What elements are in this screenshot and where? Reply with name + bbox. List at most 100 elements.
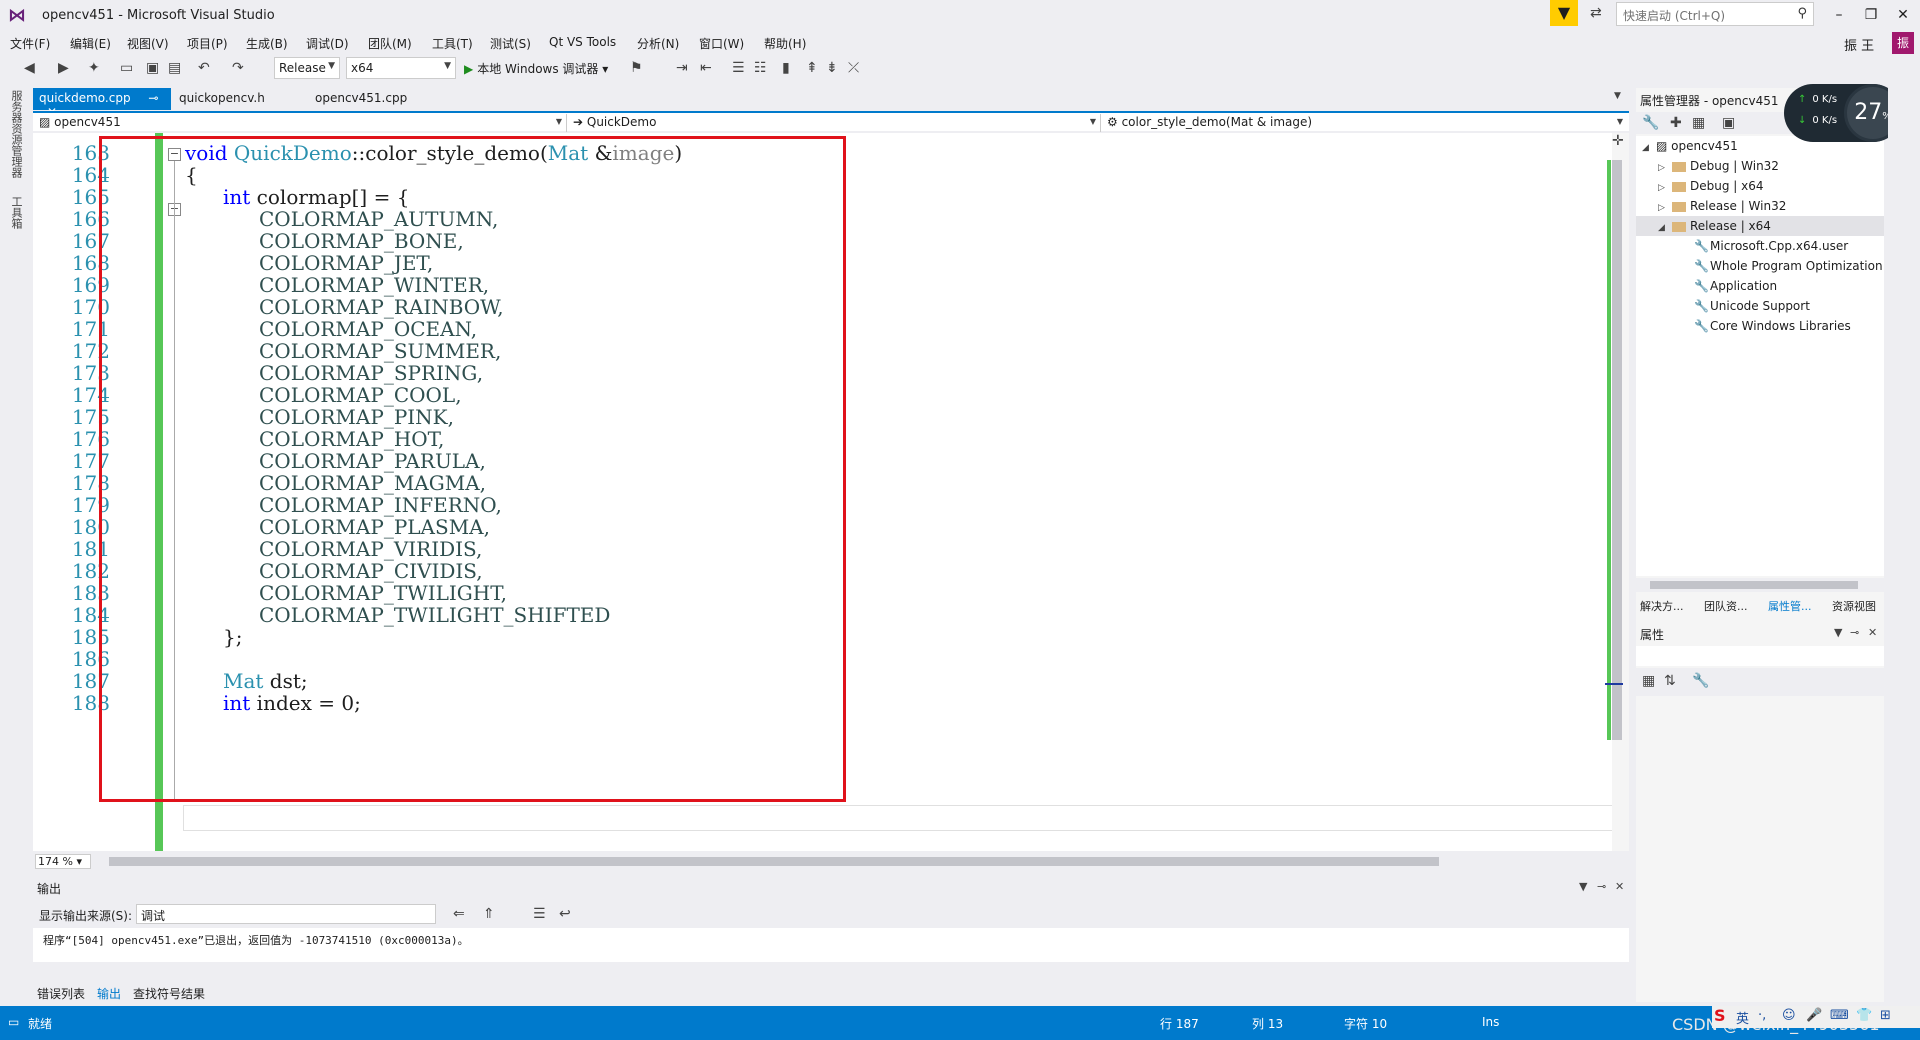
navigate-forward-icon[interactable]: ▶ [58,60,69,76]
categorized-icon[interactable]: ▦ [1642,673,1655,689]
zoom-level-select[interactable]: 174 % ▾ [35,854,91,869]
restore-button[interactable]: ❐ [1856,4,1886,26]
server-explorer-tab[interactable]: 服务器资源管理器 [8,90,24,178]
tab-opencv451-cpp[interactable]: opencv451.cpp [309,88,439,110]
bookmark-next-icon[interactable]: ⇟ [826,60,838,76]
open-file-icon[interactable]: ▭ [120,60,133,76]
step-over-icon[interactable]: ⇤ [700,60,712,76]
emoji-icon[interactable]: ☺ [1782,1008,1796,1023]
split-window-icon[interactable]: ✛ [1612,133,1624,149]
property-pages-icon[interactable]: 🔧 [1692,673,1709,689]
tab-output[interactable]: 输出 [97,985,121,1002]
word-wrap-icon[interactable]: ↩ [559,906,571,922]
menu-analyze[interactable]: 分析(N) [637,35,679,52]
step-icon[interactable]: ⇥ [676,60,688,76]
attach-icon[interactable]: ⚑ [630,60,643,76]
tree-item-config[interactable]: ▷ Debug | x64 [1658,176,1764,196]
tree-item-property-sheet[interactable]: 🔧Microsoft.Cpp.x64.user [1694,236,1848,256]
skin-icon[interactable]: 👕 [1856,1008,1872,1023]
find-message-icon[interactable]: ⇐ [453,906,465,922]
chevron-down-icon[interactable]: ▼ [1579,880,1587,893]
tree-item-property-sheet[interactable]: 🔧Core Windows Libraries [1694,316,1851,336]
tab-quickopencv-h[interactable]: quickopencv.h [173,88,303,110]
project-scope-select[interactable]: ▨ opencv451 ▼ [35,114,567,132]
bookmark-clear-icon[interactable]: ⤫ [848,60,859,76]
save-icon[interactable]: ▣ [1722,115,1735,131]
punctuation-icon[interactable]: ·, [1758,1008,1766,1023]
alphabetical-icon[interactable]: ⇅ [1664,673,1676,689]
save-all-icon[interactable]: ▤ [168,60,181,76]
sogou-ime-icon[interactable]: S [1714,1006,1726,1025]
redo-icon[interactable]: ↷ [232,60,244,76]
undo-icon[interactable]: ↶ [198,60,210,76]
new-project-icon[interactable]: ✦ [88,60,100,76]
keyboard-icon[interactable]: ⌨ [1830,1008,1849,1023]
tab-solution-explorer[interactable]: 解决方... [1640,598,1684,614]
tree-item-config[interactable]: ▷ Release | Win32 [1658,196,1786,216]
tree-item-config-selected[interactable]: ◢ Release | x64 [1636,216,1884,236]
tab-list-dropdown-icon[interactable]: ▼ [1614,91,1621,101]
close-icon[interactable]: ✕ [1868,626,1877,639]
menu-team[interactable]: 团队(M) [368,35,412,52]
menu-tools[interactable]: 工具(T) [432,35,473,52]
solution-config-select[interactable]: Release ▼ [274,57,340,79]
solution-platform-select[interactable]: x64 ▼ [346,57,456,79]
minimize-button[interactable]: – [1824,4,1854,26]
user-name[interactable]: 振 王 [1844,35,1874,54]
save-icon[interactable]: ▣ [146,60,159,76]
member-scope-select[interactable]: ⚙ color_style_demo(Mat & image) ▼ [1103,114,1627,132]
tab-find-symbol-results[interactable]: 查找符号结果 [133,985,205,1002]
tab-team-explorer[interactable]: 团队资... [1704,598,1748,614]
navigate-back-icon[interactable]: ◀ [24,60,35,76]
new-sheet-icon[interactable]: ▦ [1692,115,1705,131]
pin-icon[interactable]: ⊸ [148,91,158,105]
bookmark-prev-icon[interactable]: ⇞ [806,60,818,76]
properties-object-select[interactable] [1636,646,1884,666]
ime-language[interactable]: 英 [1736,1008,1749,1027]
menu-help[interactable]: 帮助(H) [764,35,806,52]
menu-debug[interactable]: 调试(D) [306,35,349,52]
chevron-down-icon[interactable]: ▼ [1834,626,1842,639]
indent-icon[interactable]: ☰ [732,60,745,76]
menu-qt-vs-tools[interactable]: Qt VS Tools [549,35,616,49]
menu-edit[interactable]: 编辑(E) [70,35,111,52]
outdent-icon[interactable]: ☷ [754,60,767,76]
tree-item-property-sheet[interactable]: 🔧Application [1694,276,1777,296]
tab-quickdemo-cpp[interactable]: quickdemo.cpp ⊸ ✕ [33,88,171,119]
property-tree-hscroll[interactable] [1636,578,1884,592]
avatar[interactable]: 振 [1892,32,1914,54]
pin-icon[interactable]: ⊸ [1597,880,1606,893]
menu-grid-icon[interactable]: ⊞ [1880,1008,1891,1023]
tab-property-manager[interactable]: 属性管... [1768,598,1812,614]
close-icon[interactable]: ✕ [1615,880,1624,893]
pin-icon[interactable]: ⊸ [1850,626,1859,639]
wrench-icon[interactable]: 🔧 [1642,115,1659,131]
tab-resource-view[interactable]: 资源视图 [1832,598,1876,614]
tree-item-property-sheet[interactable]: 🔧Whole Program Optimization [1694,256,1883,276]
vertical-scrollbar-thumb[interactable] [1612,160,1622,740]
tree-item-config[interactable]: ▷ Debug | Win32 [1658,156,1779,176]
close-button[interactable]: ✕ [1888,4,1918,26]
menu-build[interactable]: 生成(B) [246,35,288,52]
prev-message-icon[interactable]: ⇑ [483,906,495,922]
scrollbar-thumb[interactable] [1650,581,1858,589]
toolbox-tab[interactable]: 工具箱 [8,196,24,229]
menu-test[interactable]: 测试(S) [490,35,531,52]
bookmark-icon[interactable]: ▮ [782,60,790,76]
feedback-icon[interactable]: ⇄ [1590,5,1602,21]
tab-error-list[interactable]: 错误列表 [37,985,85,1002]
quick-launch-input[interactable]: 快速启动 (Ctrl+Q) ⚲ [1616,2,1814,26]
notification-flag-icon[interactable]: ▼ [1550,0,1578,26]
output-log[interactable]: 程序“[504] opencv451.exe”已退出，返回值为 -1073741… [33,928,1629,962]
type-scope-select[interactable]: ➔ QuickDemo ▼ [569,114,1101,132]
menu-project[interactable]: 项目(P) [187,35,228,52]
output-source-select[interactable]: 调试 [136,904,436,924]
tree-item-property-sheet[interactable]: 🔧Unicode Support [1694,296,1810,316]
search-icon[interactable]: ⚲ [1797,6,1807,21]
menu-window[interactable]: 窗口(W) [699,35,744,52]
tree-item-root[interactable]: ◢ ▨ opencv451 [1642,136,1738,156]
clear-all-icon[interactable]: ☰ [533,906,546,922]
menu-view[interactable]: 视图(V) [127,35,169,52]
code-editor[interactable]: 163 164 165 166 167 168 169 170 171 172 … [33,133,1629,851]
start-debugging-button[interactable]: ▶ 本地 Windows 调试器 ▾ [464,60,608,77]
